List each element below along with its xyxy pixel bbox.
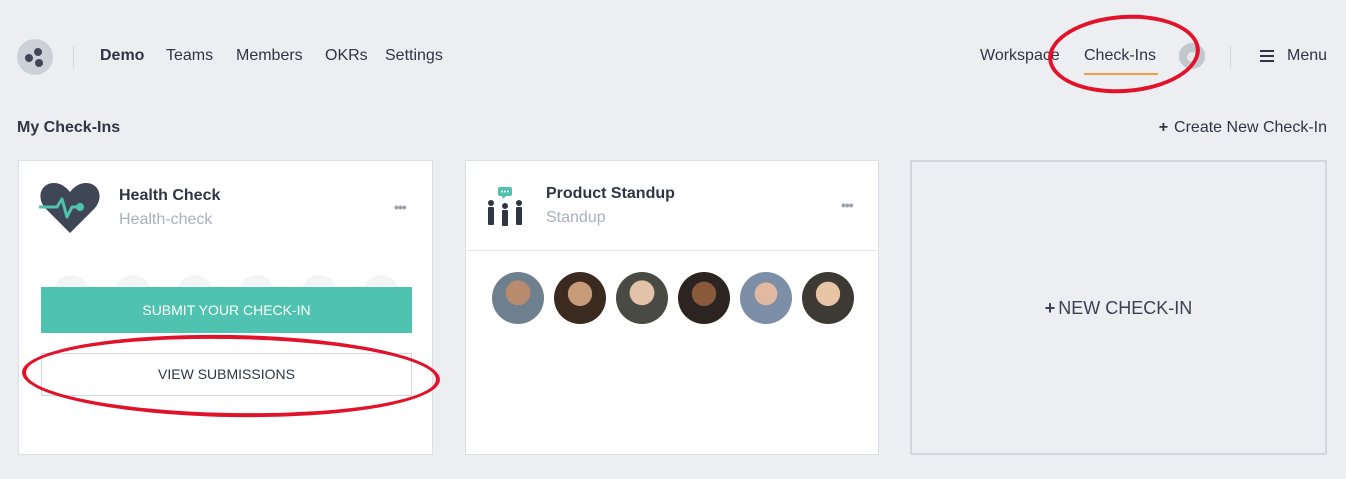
member-avatar[interactable] xyxy=(802,272,854,324)
nav-link-teams[interactable]: Teams xyxy=(166,47,213,65)
member-avatar[interactable] xyxy=(616,272,668,324)
top-navigation: Demo Teams Members OKRs Settings Workspa… xyxy=(0,0,1346,112)
app-logo-icon[interactable] xyxy=(17,39,53,75)
page-title: My Check-Ins xyxy=(17,119,121,136)
more-options-icon[interactable]: ••• xyxy=(394,199,407,215)
nav-divider xyxy=(1230,46,1231,68)
team-standup-icon xyxy=(488,187,522,226)
workspace-name-link[interactable]: Demo xyxy=(100,47,144,65)
heart-pulse-icon xyxy=(39,183,100,233)
submit-checkin-button[interactable]: SUBMIT YOUR CHECK-IN xyxy=(41,287,412,333)
card-divider xyxy=(466,250,878,251)
card-subtitle: Health-check xyxy=(119,211,213,228)
card-title: Health Check xyxy=(119,187,221,204)
card-subtitle: Standup xyxy=(546,209,606,226)
checkin-card-product-standup: Product Standup Standup ••• xyxy=(465,160,879,455)
new-checkin-label: NEW CHECK-IN xyxy=(1058,298,1193,318)
create-new-checkin-link[interactable]: + Create New Check-In xyxy=(1159,119,1327,137)
more-options-icon[interactable]: ••• xyxy=(841,197,854,213)
nav-link-members[interactable]: Members xyxy=(236,47,303,65)
view-submissions-button[interactable]: VIEW SUBMISSIONS xyxy=(41,353,412,396)
menu-button[interactable]: Menu xyxy=(1287,47,1327,65)
create-new-checkin-label: Create New Check-In xyxy=(1174,119,1327,136)
plus-icon: + xyxy=(1044,298,1056,318)
nav-link-workspace[interactable]: Workspace xyxy=(980,47,1060,65)
new-checkin-card[interactable]: + NEW CHECK-IN xyxy=(910,160,1327,455)
checkin-card-health-check: Health Check Health-check ••• SUBMIT YOU… xyxy=(18,160,433,455)
member-avatar[interactable] xyxy=(678,272,730,324)
ghost-avatar-row xyxy=(53,275,403,311)
hamburger-menu-icon[interactable] xyxy=(1260,50,1274,62)
nav-link-checkins[interactable]: Check-Ins xyxy=(1084,47,1156,65)
nav-link-okrs[interactable]: OKRs xyxy=(325,47,368,65)
member-avatar[interactable] xyxy=(492,272,544,324)
card-title: Product Standup xyxy=(546,185,675,202)
member-avatar[interactable] xyxy=(740,272,792,324)
nav-divider xyxy=(73,46,74,68)
user-avatar[interactable] xyxy=(1179,43,1205,69)
member-avatar[interactable] xyxy=(554,272,606,324)
plus-icon: + xyxy=(1158,119,1169,136)
active-tab-indicator xyxy=(1084,73,1158,75)
nav-link-settings[interactable]: Settings xyxy=(385,47,443,65)
new-checkin-button[interactable]: + NEW CHECK-IN xyxy=(912,298,1325,319)
